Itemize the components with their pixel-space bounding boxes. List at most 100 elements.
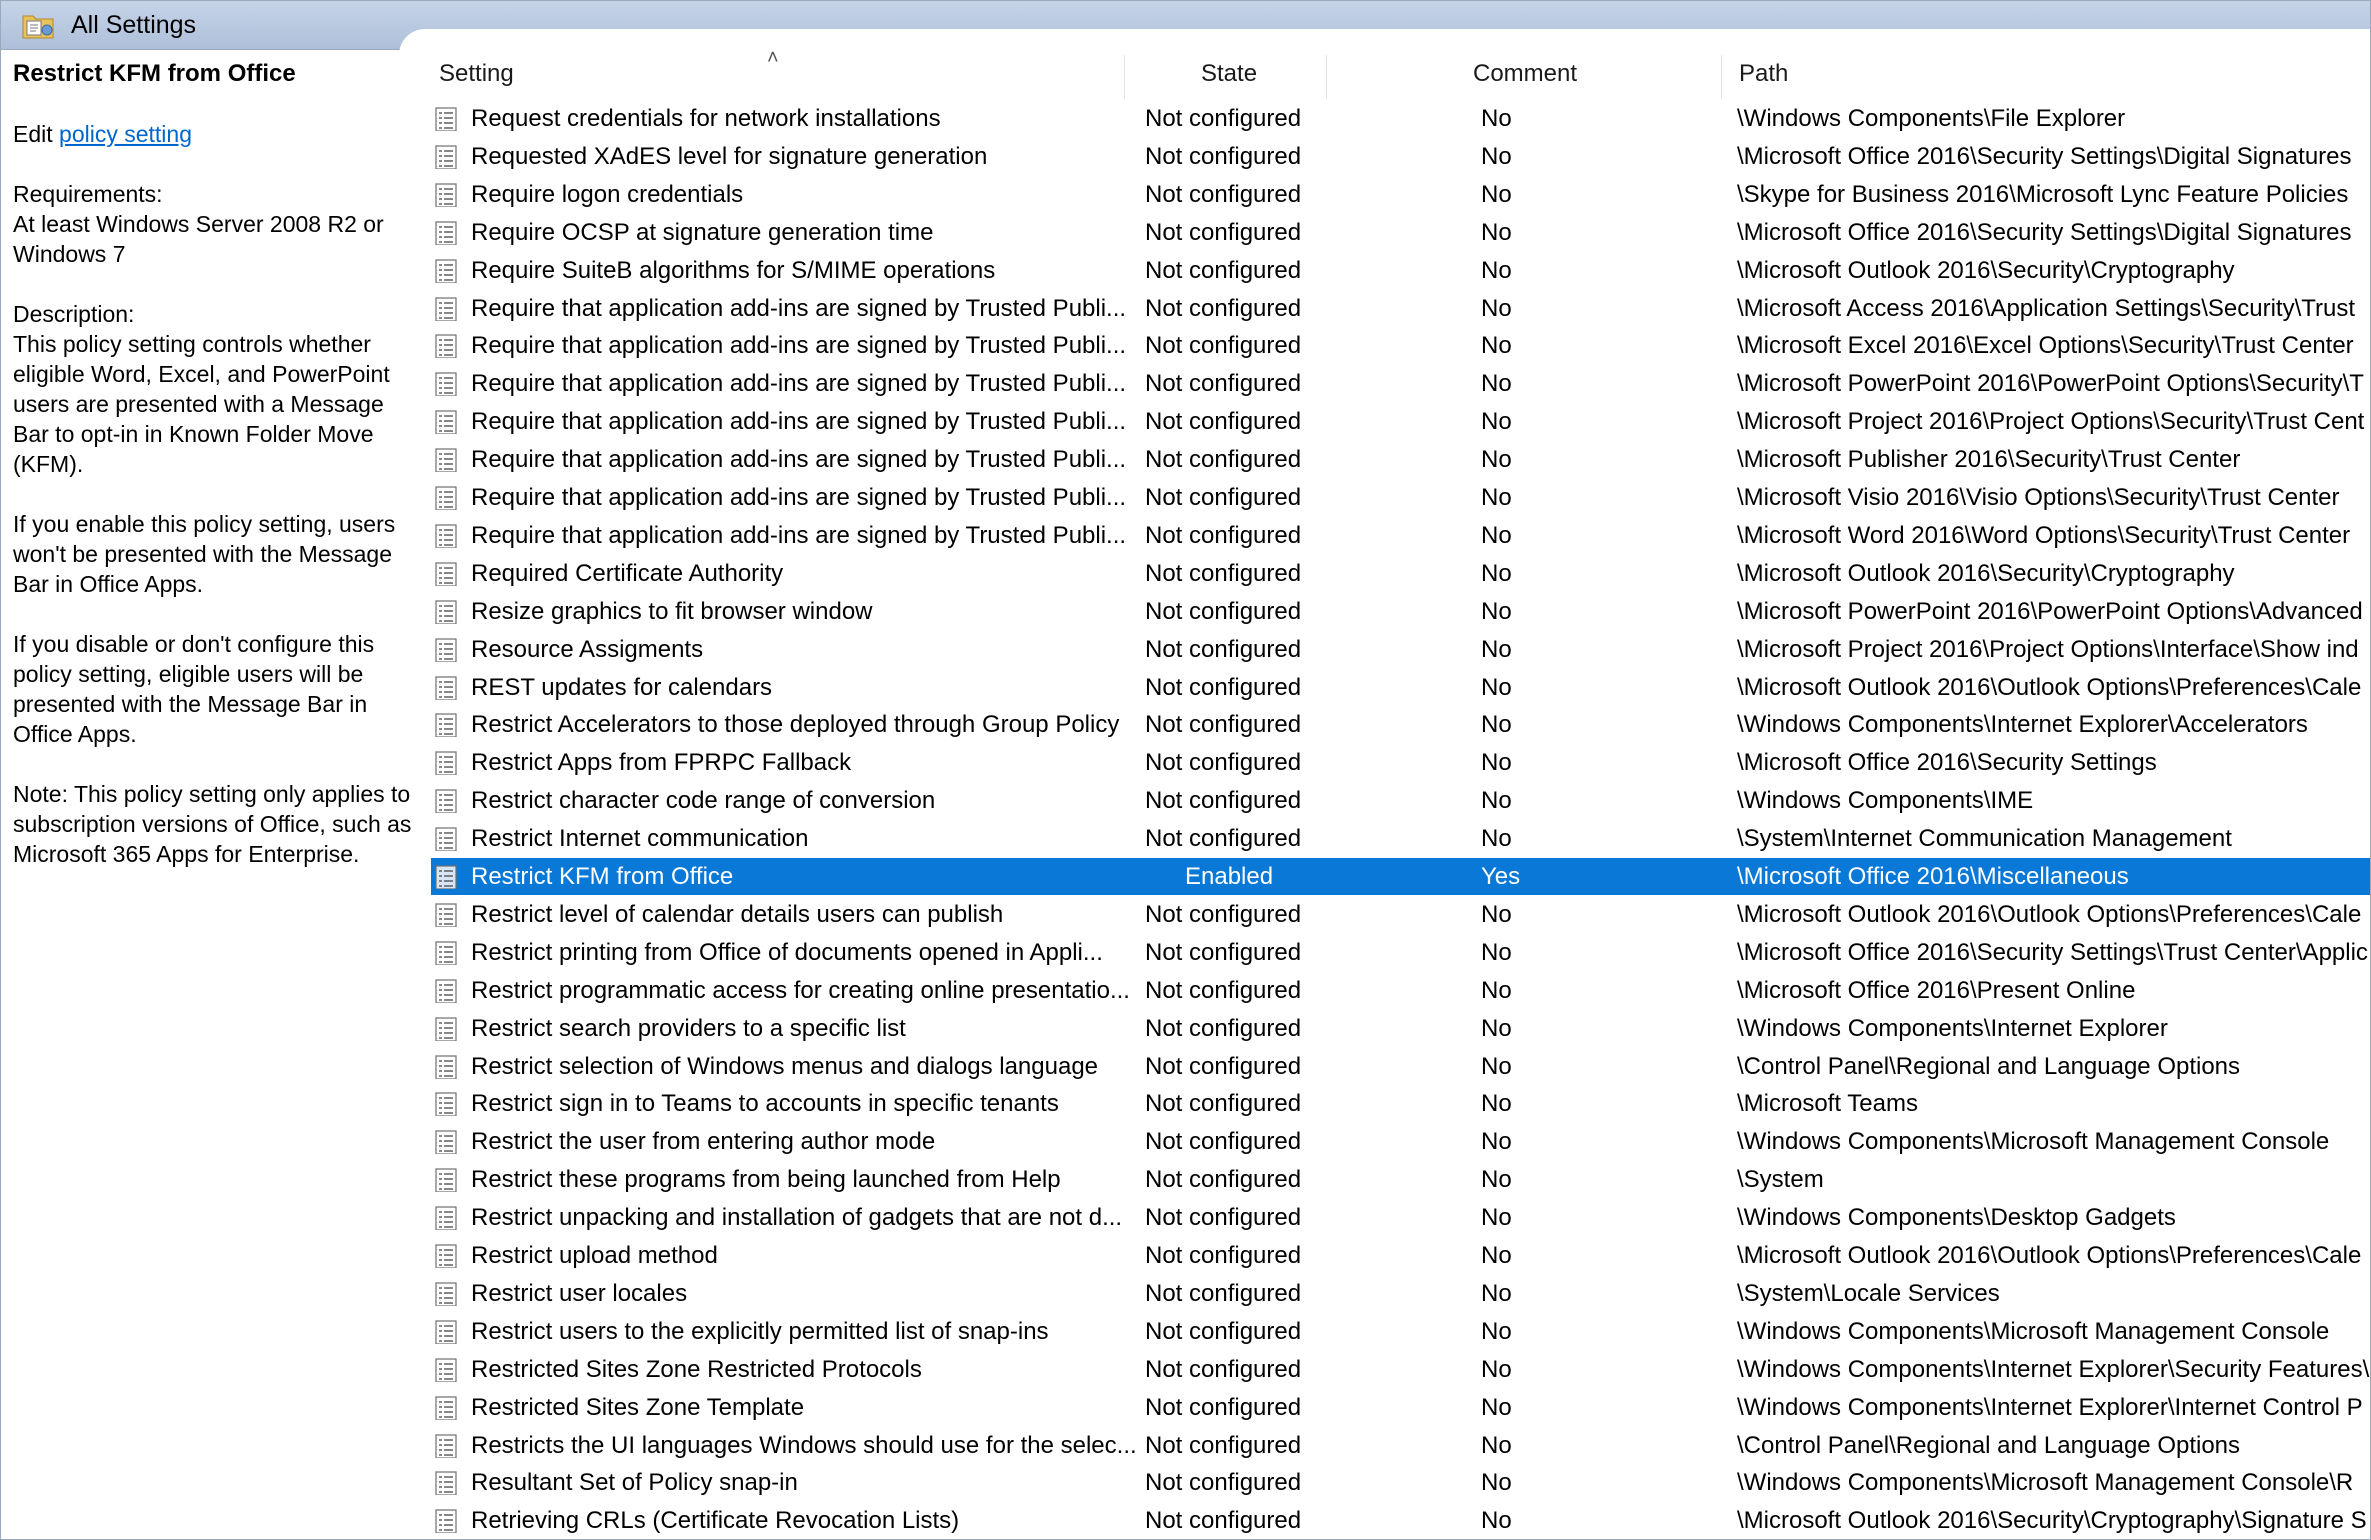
table-row[interactable]: Restrict Internet communication Not confi… — [431, 820, 2370, 857]
table-row[interactable]: Restrict unpacking and installation of g… — [431, 1199, 2370, 1236]
table-row[interactable]: Require that application add-ins are sig… — [431, 365, 2370, 402]
column-header-path[interactable]: Path — [1739, 49, 1939, 99]
table-row[interactable]: Resultant Set of Policy snap-in Not confi… — [431, 1464, 2370, 1501]
policy-setting-icon — [435, 1054, 457, 1079]
table-row[interactable]: Retrieving CRLs (Certificate Revocation … — [431, 1502, 2370, 1539]
cell-path: \Microsoft PowerPoint 2016\PowerPoint Op… — [1737, 598, 2363, 625]
cell-path: \Control Panel\Regional and Language Opt… — [1737, 1432, 2241, 1459]
table-row[interactable]: Require that application add-ins are sig… — [431, 479, 2370, 516]
table-row[interactable]: Restrict the user from entering author m… — [431, 1123, 2370, 1160]
cell-state: Not configured — [1145, 749, 1302, 776]
cell-setting: Restrict printing from Office of documen… — [471, 939, 1103, 966]
policy-setting-icon — [435, 1205, 457, 1230]
cell-setting: Requested XAdES level for signature gene… — [471, 143, 988, 170]
cell-path: \Windows Components\Internet Explorer\Se… — [1737, 1356, 2370, 1383]
cell-setting: Require that application add-ins are sig… — [471, 295, 1127, 322]
cell-path: \System\Locale Services — [1737, 1280, 2000, 1307]
policy-setting-icon — [435, 447, 457, 472]
cell-path: \Microsoft Office 2016\Security Settings… — [1737, 143, 2352, 170]
column-header-setting[interactable]: Setting — [439, 49, 1119, 99]
cell-setting: Restrict sign in to Teams to accounts in… — [471, 1090, 1059, 1117]
policy-setting-icon — [435, 1243, 457, 1268]
table-row[interactable]: Restrict Accelerators to those deployed … — [431, 706, 2370, 743]
table-row[interactable]: REST updates for calendars Not configured… — [431, 669, 2370, 706]
cell-setting: Restrict Accelerators to those deployed … — [471, 711, 1120, 738]
cell-comment: No — [1481, 370, 1512, 397]
cell-state: Not configured — [1145, 901, 1302, 928]
table-row[interactable]: Restrict upload method Not configured No \M… — [431, 1237, 2370, 1274]
table-row[interactable]: Require that application add-ins are sig… — [431, 327, 2370, 364]
table-row[interactable]: Requested XAdES level for signature gene… — [431, 138, 2370, 175]
window-title: All Settings — [71, 11, 197, 39]
table-row[interactable]: Request credentials for network installa… — [431, 100, 2370, 137]
cell-state: Not configured — [1145, 143, 1302, 170]
cell-setting: Restrict the user from entering author m… — [471, 1128, 936, 1155]
cell-setting: Restricted Sites Zone Restricted Protoco… — [471, 1356, 922, 1383]
cell-state: Not configured — [1145, 1204, 1302, 1231]
cell-comment: No — [1481, 522, 1512, 549]
table-row[interactable]: Require that application add-ins are sig… — [431, 441, 2370, 478]
table-row[interactable]: Restrict printing from Office of documen… — [431, 934, 2370, 971]
policy-setting-icon — [435, 637, 457, 662]
table-row[interactable]: Restrict level of calendar details users… — [431, 896, 2370, 933]
cell-path: \Windows Components\Microsoft Management… — [1737, 1318, 2330, 1345]
cell-setting: Require that application add-ins are sig… — [471, 522, 1127, 549]
cell-comment: No — [1481, 1469, 1512, 1496]
table-row[interactable]: Restrict search providers to a specific … — [431, 1010, 2370, 1047]
cell-setting: Restrict user locales — [471, 1280, 688, 1307]
cell-comment: No — [1481, 901, 1512, 928]
table-row[interactable]: Restrict user locales Not configured No \Sy… — [431, 1275, 2370, 1312]
table-row[interactable]: Require SuiteB algorithms for S/MIME ope… — [431, 252, 2370, 289]
policy-setting-icon — [435, 1508, 457, 1533]
table-row[interactable]: Require OCSP at signature generation tim… — [431, 214, 2370, 251]
table-row[interactable]: Restrict selection of Windows menus and … — [431, 1048, 2370, 1085]
cell-path: \Microsoft Office 2016\Security Settings… — [1737, 219, 2352, 246]
cell-state: Not configured — [1145, 1356, 1302, 1383]
cell-path: \Microsoft Office 2016\Miscellaneous — [1737, 863, 2129, 890]
cell-comment: No — [1481, 446, 1512, 473]
table-row[interactable]: Restricted Sites Zone Template Not config… — [431, 1389, 2370, 1426]
table-row[interactable]: Require that application add-ins are sig… — [431, 403, 2370, 440]
policy-setting-icon — [435, 1357, 457, 1382]
table-row[interactable]: Restrict character code range of convers… — [431, 782, 2370, 819]
column-divider[interactable] — [1124, 55, 1125, 99]
table-row[interactable]: Restrict programmatic access for creatin… — [431, 972, 2370, 1009]
cell-comment: No — [1481, 181, 1512, 208]
cell-state: Not configured — [1145, 295, 1302, 322]
cell-setting: Restrict KFM from Office — [471, 863, 734, 890]
table-row[interactable]: Resource Assigments Not configured No \Micr… — [431, 631, 2370, 668]
table-row[interactable]: Require logon credentials Not configured N… — [431, 176, 2370, 213]
policy-setting-icon — [435, 258, 457, 283]
policy-setting-icon — [435, 978, 457, 1003]
policy-setting-icon — [435, 409, 457, 434]
column-divider[interactable] — [1721, 55, 1722, 99]
cell-setting: Restrict character code range of convers… — [471, 787, 936, 814]
table-row[interactable]: Require that application add-ins are sig… — [431, 517, 2370, 554]
column-header-comment[interactable]: Comment — [1473, 49, 1613, 99]
column-divider[interactable] — [1326, 55, 1327, 99]
policy-setting-icon — [435, 561, 457, 586]
table-row[interactable]: Restrict users to the explicitly permitt… — [431, 1313, 2370, 1350]
table-row[interactable]: Restricts the UI languages Windows shoul… — [431, 1427, 2370, 1464]
cell-comment: No — [1481, 1128, 1512, 1155]
cell-path: \Microsoft PowerPoint 2016\PowerPoint Op… — [1737, 370, 2364, 397]
policy-setting-icon — [435, 523, 457, 548]
table-row[interactable]: Restrict sign in to Teams to accounts in… — [431, 1085, 2370, 1122]
table-row[interactable]: Restricted Sites Zone Restricted Protoco… — [431, 1351, 2370, 1388]
table-row[interactable]: Restrict these programs from being launc… — [431, 1161, 2370, 1198]
cell-setting: Restrict unpacking and installation of g… — [471, 1204, 1123, 1231]
table-row-selected[interactable]: Restrict KFM from Office Enabled Yes \Micro… — [431, 858, 2370, 895]
policy-setting-icon — [435, 1395, 457, 1420]
table-row[interactable]: Require that application add-ins are sig… — [431, 290, 2370, 327]
cell-state: Enabled — [1185, 863, 1274, 890]
table-row[interactable]: Restrict Apps from FPRPC Fallback Not con… — [431, 744, 2370, 781]
policy-setting-icon — [435, 1016, 457, 1041]
cell-state: Not configured — [1145, 1394, 1302, 1421]
cell-state: Not configured — [1145, 1318, 1302, 1345]
cell-setting: Restrict users to the explicitly permitt… — [471, 1318, 1049, 1345]
table-row[interactable]: Resize graphics to fit browser window Not… — [431, 593, 2370, 630]
table-row[interactable]: Required Certificate Authority Not config… — [431, 555, 2370, 592]
column-header-state[interactable]: State — [1201, 49, 1321, 99]
cell-path: \Microsoft Outlook 2016\Security\Cryptog… — [1737, 1507, 2367, 1534]
cell-state: Not configured — [1145, 825, 1302, 852]
